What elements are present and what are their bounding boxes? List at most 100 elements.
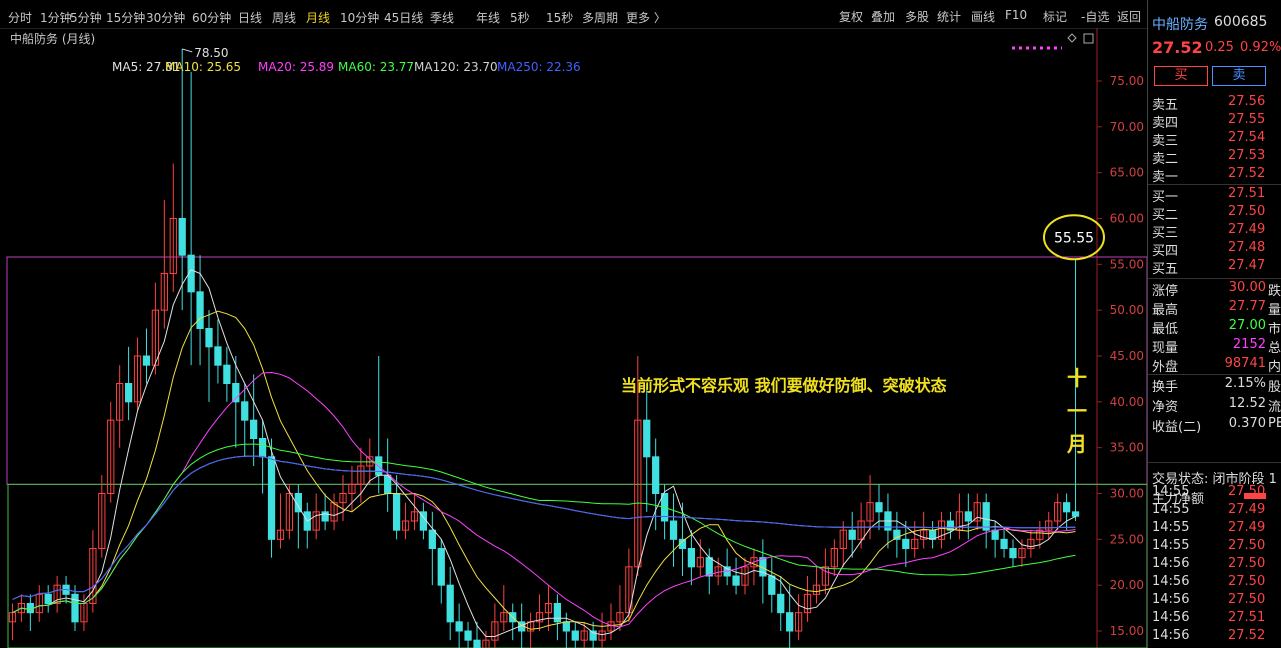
toolbar-button-0[interactable]: 复权: [836, 7, 866, 26]
stat2-value-0: 2.15%: [1224, 376, 1266, 391]
toolbar-button-4[interactable]: 画线: [968, 7, 998, 26]
period-tab-8[interactable]: 月线: [306, 9, 330, 26]
stat-label-0: 涨停: [1152, 284, 1179, 299]
period-tab-0[interactable]: 分时: [8, 9, 32, 26]
candle-body: [267, 456, 276, 540]
toolbar-button-3[interactable]: 统计: [934, 7, 964, 26]
tick-price-2: 27.49: [1228, 520, 1266, 535]
stat-extra-2: 市: [1268, 322, 1281, 337]
tick-time-5: 14:56: [1152, 574, 1190, 589]
ma-label-4: MA120: 23.70: [414, 60, 498, 74]
ask-price-2: 27.54: [1228, 130, 1266, 145]
period-tab-9[interactable]: 10分钟: [340, 9, 379, 26]
stat2-label-0: 换手: [1152, 380, 1179, 395]
ma-label-3: MA60: 23.77: [338, 60, 415, 74]
candle-body: [71, 593, 79, 623]
candle-body: [964, 511, 972, 522]
y-tick-label: 35.00: [1110, 441, 1144, 455]
toolbar-button-7[interactable]: -自选: [1078, 7, 1112, 26]
y-tick-label: 60.00: [1110, 212, 1144, 226]
ask-price-4: 27.52: [1228, 166, 1266, 181]
price-change: 0.25: [1205, 40, 1234, 55]
toolbar-button-1[interactable]: 叠加: [868, 7, 898, 26]
stats-divider: [1148, 374, 1281, 375]
candle-body: [669, 520, 678, 540]
candle-body: [902, 538, 910, 550]
period-tab-16[interactable]: 更多 〉: [626, 9, 666, 26]
period-tab-14[interactable]: 15秒: [546, 9, 573, 26]
kline-chart[interactable]: 75.00 70.00 65.00 60.00 55.00 50.00 45.00 40.00…: [0, 28, 1147, 648]
tick-price-1: 27.49: [1228, 502, 1266, 517]
period-tab-3[interactable]: 15分钟: [106, 9, 145, 26]
ask-label-3: 卖二: [1152, 152, 1179, 167]
tick-time-3: 14:55: [1152, 538, 1190, 553]
quote-panel: 中船防务 600685 27.52 0.25 0.92% 买 卖 卖五 27.56…: [1147, 0, 1281, 648]
period-toolbar: 分时 1分钟 5分钟 15分钟 30分钟 60分钟 日线 周线 月线 10分钟 45日线 季线 年线 5秒…: [0, 0, 1147, 29]
candle-body: [1009, 548, 1017, 559]
candle-body: [1062, 502, 1071, 513]
stat-label-2: 最低: [1152, 322, 1179, 337]
tick-price-8: 27.52: [1228, 628, 1266, 643]
bid-label-1: 买二: [1152, 208, 1179, 223]
bid-price-1: 27.50: [1228, 204, 1266, 219]
ask-price-3: 27.53: [1228, 148, 1266, 163]
kline-chart-area[interactable]: 75.00 70.00 65.00 60.00 55.00 50.00 45.00 40.00…: [0, 28, 1147, 648]
tick-price-5: 27.50: [1228, 574, 1266, 589]
y-tick-label: 15.00: [1110, 624, 1144, 638]
month-char-2: 月: [1066, 432, 1087, 456]
tick-time-2: 14:55: [1152, 520, 1190, 535]
y-tick-label: 70.00: [1110, 120, 1144, 134]
y-tick-label: 50.00: [1110, 303, 1144, 317]
candle-body: [241, 401, 249, 421]
ask-price-1: 27.55: [1228, 112, 1266, 127]
ask-label-4: 卖一: [1152, 170, 1179, 185]
y-tick-label: 65.00: [1110, 166, 1144, 180]
period-tab-5[interactable]: 60分钟: [192, 9, 231, 26]
period-tab-10[interactable]: 45日线: [384, 9, 423, 26]
high-pointer: [182, 48, 193, 53]
stat2-extra-2: PE: [1268, 416, 1281, 431]
candle-body: [687, 548, 696, 568]
period-tab-13[interactable]: 5秒: [510, 9, 530, 26]
y-tick-label: 45.00: [1110, 349, 1144, 363]
toolbar-button-5[interactable]: F10: [1002, 7, 1030, 23]
diamond-icon: [1067, 33, 1077, 43]
candle-body: [446, 584, 454, 623]
period-tab-12[interactable]: 年线: [476, 9, 500, 26]
period-tab-15[interactable]: 多周期: [582, 9, 618, 26]
tick-time-6: 14:56: [1152, 592, 1190, 607]
stat2-extra-1: 流: [1268, 400, 1281, 415]
bid-price-4: 27.47: [1228, 258, 1266, 273]
stat2-value-1: 12.52: [1228, 396, 1266, 411]
stat-value-1: 27.77: [1228, 299, 1266, 314]
candle-body: [223, 364, 231, 384]
candle-body: [991, 529, 999, 540]
toolbar-button-2[interactable]: 多股: [902, 7, 932, 26]
orderbook-divider: [1148, 184, 1281, 185]
period-tab-1[interactable]: 1分钟: [40, 9, 72, 26]
period-tab-7[interactable]: 周线: [272, 9, 296, 26]
stats-divider-2: [1148, 462, 1281, 463]
candle-body: [214, 346, 222, 366]
candle-body: [196, 291, 204, 330]
tick-price-0: 27.50: [1228, 484, 1266, 499]
bid-price-3: 27.48: [1228, 240, 1266, 255]
toolbar-button-6[interactable]: 标记: [1040, 7, 1070, 26]
price-change-pct: 0.92%: [1240, 40, 1281, 55]
period-tab-2[interactable]: 5分钟: [70, 9, 102, 26]
period-tab-4[interactable]: 30分钟: [146, 9, 185, 26]
candle-body: [428, 529, 436, 549]
stat-extra-3: 总: [1268, 341, 1281, 356]
sell-button[interactable]: 卖: [1212, 66, 1266, 86]
candle-body: [44, 593, 52, 604]
toolbar-button-8[interactable]: 返回: [1114, 7, 1144, 26]
ask-price-0: 27.56: [1228, 94, 1266, 109]
buy-button[interactable]: 买: [1154, 66, 1208, 86]
tick-time-1: 14:55: [1152, 502, 1190, 517]
period-tab-11[interactable]: 季线: [430, 9, 454, 26]
tick-price-7: 27.51: [1228, 610, 1266, 625]
period-tab-6[interactable]: 日线: [238, 9, 262, 26]
candle-body: [571, 630, 579, 641]
candle-body: [232, 383, 240, 403]
stock-code: 600685: [1214, 14, 1268, 30]
